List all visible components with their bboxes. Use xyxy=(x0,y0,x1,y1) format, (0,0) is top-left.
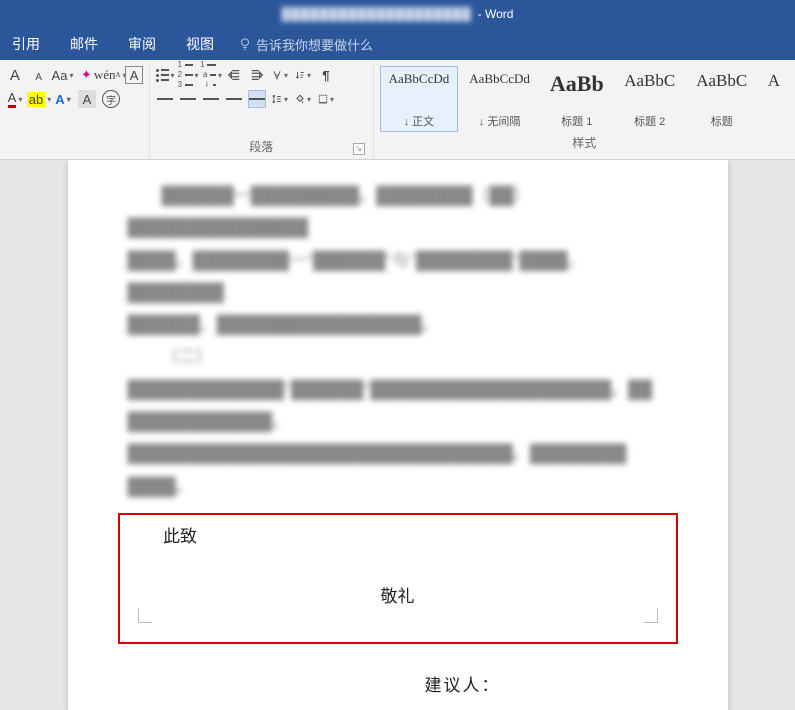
style-more[interactable]: A xyxy=(759,66,789,132)
line-spacing-button[interactable] xyxy=(271,90,289,108)
multilevel-list-button[interactable]: 1ai xyxy=(202,66,220,84)
style-no-spacing[interactable]: AaBbCcDd ↓ 无间隔 xyxy=(460,66,539,132)
shrink-font-button[interactable]: A xyxy=(30,68,48,86)
enclose-characters-button[interactable]: 字 xyxy=(102,90,120,108)
signature-block: 建议人： 日 期： xyxy=(128,670,668,710)
tab-review[interactable]: 审阅 xyxy=(122,30,162,58)
increase-indent-button[interactable] xyxy=(248,66,266,84)
phonetic-guide-button[interactable]: wénA xyxy=(101,66,119,84)
tell-me-label: 告诉我你想要做什么 xyxy=(256,35,373,54)
font-group: A A Aa ✦ wénA A A ab A A 字 xyxy=(0,64,150,159)
signer-label: 建议人： xyxy=(128,670,668,702)
shading-button[interactable] xyxy=(294,90,312,108)
doc-title-blurred: ████████████████████ xyxy=(282,7,472,21)
asian-layout-button[interactable] xyxy=(271,66,289,84)
font-color-button[interactable]: A xyxy=(6,90,24,108)
align-left-button[interactable] xyxy=(156,90,174,108)
character-border-button[interactable]: A xyxy=(125,66,143,84)
document-area[interactable]: ██████一█████████。████████（██）███████████… xyxy=(0,160,795,710)
font-group-label xyxy=(6,139,143,157)
paragraph-dialog-launcher[interactable]: ↘ xyxy=(353,143,365,155)
lightbulb-icon xyxy=(238,37,252,51)
numbering-button[interactable]: 123 xyxy=(179,66,197,84)
tab-references[interactable]: 引用 xyxy=(6,30,46,58)
date-label: 日 期： xyxy=(128,706,668,710)
align-distributed-button[interactable] xyxy=(248,90,266,108)
blurred-body-text: ██████一█████████。████████（██）███████████… xyxy=(128,180,668,503)
change-case-button[interactable]: Aa xyxy=(54,66,72,84)
crop-mark-bl xyxy=(138,608,160,630)
paragraph-group-label: 段落 ↘ xyxy=(156,136,367,157)
ribbon-tabs: 引用 邮件 审阅 视图 告诉我你想要做什么 xyxy=(0,28,795,60)
tab-view[interactable]: 视图 xyxy=(180,30,220,58)
highlight-button[interactable]: ab xyxy=(30,90,48,108)
show-marks-button[interactable]: ¶ xyxy=(317,66,335,84)
align-center-button[interactable] xyxy=(179,90,197,108)
styles-gallery[interactable]: AaBbCcDd ↓ 正文 AaBbCcDd ↓ 无间隔 AaBb 标题 1 A… xyxy=(380,66,789,132)
grow-font-button[interactable]: A xyxy=(6,66,24,84)
styles-group-label: 样式 xyxy=(380,132,789,153)
decrease-indent-button[interactable] xyxy=(225,66,243,84)
title-bar: ████████████████████ - Word xyxy=(0,0,795,28)
ribbon: A A Aa ✦ wénA A A ab A A 字 123 1ai xyxy=(0,60,795,160)
closing-line-1: 此致 xyxy=(138,521,658,553)
closing-line-2: 敬礼 xyxy=(138,581,658,613)
style-normal[interactable]: AaBbCcDd ↓ 正文 xyxy=(380,66,459,132)
tab-mailings[interactable]: 邮件 xyxy=(64,30,104,58)
sort-button[interactable] xyxy=(294,66,312,84)
clear-formatting-button[interactable]: ✦ xyxy=(78,66,96,84)
tell-me-search[interactable]: 告诉我你想要做什么 xyxy=(238,35,373,54)
borders-button[interactable] xyxy=(317,90,335,108)
style-heading1[interactable]: AaBb 标题 1 xyxy=(541,66,613,132)
app-name: - Word xyxy=(478,7,514,21)
crop-mark-br xyxy=(636,608,658,630)
paragraph-group: 123 1ai ¶ 段落 ↘ xyxy=(150,64,374,159)
text-effects-button[interactable]: A xyxy=(54,90,72,108)
character-shading-button[interactable]: A xyxy=(78,90,96,108)
styles-group: AaBbCcDd ↓ 正文 AaBbCcDd ↓ 无间隔 AaBb 标题 1 A… xyxy=(374,64,795,159)
align-right-button[interactable] xyxy=(202,90,220,108)
style-title[interactable]: AaBbC 标题 xyxy=(687,66,757,132)
highlighted-closing-box: 此致 敬礼 xyxy=(118,513,678,644)
page[interactable]: ██████一█████████。████████（██）███████████… xyxy=(68,160,728,710)
align-justify-button[interactable] xyxy=(225,90,243,108)
style-heading2[interactable]: AaBbC 标题 2 xyxy=(615,66,685,132)
bullets-button[interactable] xyxy=(156,66,174,84)
